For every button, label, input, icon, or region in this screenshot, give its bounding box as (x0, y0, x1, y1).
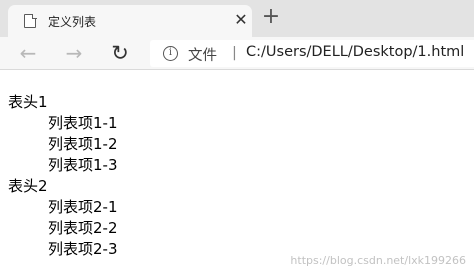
watermark: https://blog.csdn.net/lxk199266 (290, 254, 466, 267)
list-item: 列表项1-1 (48, 114, 118, 132)
tab-title: 定义列表 (48, 15, 97, 29)
address-bar[interactable]: i 文件 | C:/Users/DELL/Desktop/1.html (150, 40, 474, 67)
new-tab-button[interactable]: + (258, 5, 284, 31)
list-item: 列表项2-1 (48, 198, 118, 216)
definition-list: 表头1 列表项1-1 列表项1-2 列表项1-3 表头2 列表项2-1 列表项2… (8, 92, 118, 260)
page-icon (24, 13, 37, 28)
reload-button[interactable]: ↻ (106, 40, 134, 66)
browser-tab[interactable]: 定义列表 ✕ (8, 5, 252, 37)
url-text[interactable]: C:/Users/DELL/Desktop/1.html (246, 44, 464, 60)
back-button[interactable]: ← (14, 40, 42, 66)
list-item: 列表项2-3 (48, 240, 118, 258)
browser-toolbar: ← → ↻ i 文件 | C:/Users/DELL/Desktop/1.htm… (0, 37, 474, 70)
list-item: 列表项1-3 (48, 156, 118, 174)
list-item: 列表项1-2 (48, 135, 118, 153)
info-icon[interactable]: i (163, 46, 178, 61)
address-separator: | (232, 45, 237, 61)
file-scheme-label: 文件 (188, 48, 217, 64)
close-tab-icon[interactable]: ✕ (232, 11, 250, 29)
forward-button[interactable]: → (60, 40, 88, 66)
list-item: 列表项2-2 (48, 219, 118, 237)
list-term: 表头2 (8, 177, 48, 195)
list-term: 表头1 (8, 93, 48, 111)
page-content: 表头1 列表项1-1 列表项1-2 列表项1-3 表头2 列表项2-1 列表项2… (0, 71, 474, 273)
tab-strip: 定义列表 ✕ + (0, 0, 474, 37)
